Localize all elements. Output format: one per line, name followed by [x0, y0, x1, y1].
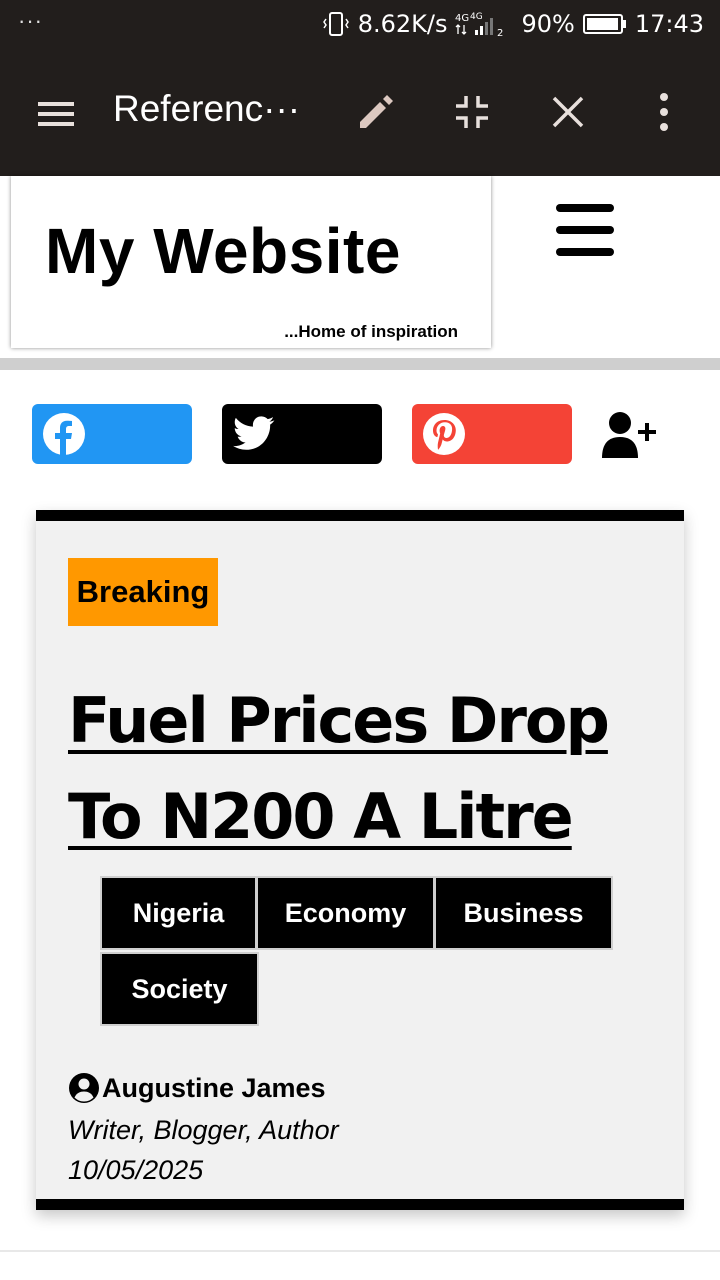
vibrate-icon: [322, 12, 349, 36]
signal-icon: 4G 4G 2: [455, 12, 503, 38]
tag-society[interactable]: Society: [100, 952, 259, 1026]
menu-icon: [38, 102, 74, 126]
bottom-divider: [0, 1250, 720, 1252]
breaking-badge[interactable]: Breaking: [68, 558, 218, 626]
author-role: Writer, Blogger, Author: [68, 1115, 339, 1145]
header-divider: [0, 358, 720, 370]
site-tagline: ...Home of inspiration: [284, 322, 458, 341]
site-menu-button[interactable]: [556, 204, 614, 256]
svg-text:4G: 4G: [455, 13, 469, 24]
menu-button[interactable]: [36, 94, 76, 134]
app-bar: Referenc···: [0, 50, 720, 176]
headline-line-1[interactable]: Fuel Prices Drop: [68, 684, 610, 757]
follow-button[interactable]: [600, 410, 658, 460]
battery-percent: 90%: [521, 10, 575, 38]
status-right-group: 8.62K/s 4G 4G 2 90% 17:43: [322, 9, 704, 39]
site-title: My Website: [45, 215, 401, 287]
more-options-button[interactable]: [648, 92, 680, 132]
facebook-icon: [43, 413, 85, 455]
hamburger-bar: [556, 248, 614, 256]
more-vert-icon: [660, 93, 668, 131]
app-title: Referenc···: [113, 88, 301, 129]
pinterest-share-button[interactable]: [412, 404, 572, 464]
tag-economy[interactable]: Economy: [256, 876, 435, 950]
twitter-icon: [233, 416, 275, 450]
edit-button[interactable]: [354, 90, 398, 134]
user-circle-icon: [69, 1073, 99, 1103]
twitter-share-button[interactable]: [222, 404, 382, 464]
status-bar: ··· 8.62K/s 4G 4G 2 90% 17:43: [0, 0, 720, 50]
close-icon: [552, 96, 584, 128]
author-line[interactable]: Augustine James: [68, 1072, 326, 1104]
minimize-icon: [456, 96, 488, 128]
status-overflow-dots: ···: [18, 8, 43, 33]
hamburger-bar: [556, 226, 614, 234]
article-headline[interactable]: Fuel Prices Drop To N200 A Litre: [68, 673, 658, 865]
share-row: [0, 404, 720, 466]
article-date: 10/05/2025: [68, 1155, 204, 1185]
site-logo-card[interactable]: My Website ...Home of inspiration: [11, 176, 491, 348]
tag-business[interactable]: Business: [434, 876, 613, 950]
site-header: My Website ...Home of inspiration: [0, 176, 720, 360]
facebook-share-button[interactable]: [32, 404, 192, 464]
tag-nigeria[interactable]: Nigeria: [100, 876, 257, 950]
author-name: Augustine James: [102, 1072, 326, 1103]
headline-line-2[interactable]: To N200 A Litre: [68, 780, 574, 853]
edit-pencil-icon: [360, 95, 393, 128]
minimize-button[interactable]: [452, 92, 492, 132]
net-speed: 8.62K/s: [357, 10, 448, 38]
svg-text:2: 2: [497, 28, 503, 38]
hamburger-bar: [556, 204, 614, 212]
user-plus-icon: [602, 412, 656, 458]
pinterest-icon: [423, 413, 465, 455]
svg-text:4G: 4G: [470, 12, 483, 22]
battery-icon: [582, 14, 626, 34]
clock-time: 17:43: [634, 10, 704, 38]
article-card: Breaking Fuel Prices Drop To N200 A Litr…: [36, 510, 684, 1210]
close-button[interactable]: [548, 92, 588, 132]
